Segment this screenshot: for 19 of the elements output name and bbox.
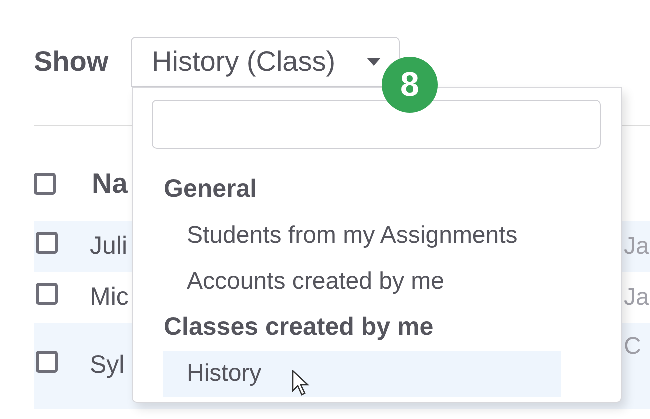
caret-icon <box>367 58 381 66</box>
filter-label: Show <box>34 45 110 79</box>
group-heading: General <box>164 174 258 206</box>
table-cell-text: Ja <box>624 282 650 312</box>
table-cell-text: C <box>624 332 642 362</box>
menu-item[interactable]: History <box>163 351 561 397</box>
column-header: Na <box>92 167 128 201</box>
table-cell-text: Syl <box>90 350 126 382</box>
cursor-icon <box>292 370 310 396</box>
table-cell-text: Ja <box>624 232 650 262</box>
checkbox[interactable] <box>36 351 58 373</box>
checkbox[interactable] <box>36 232 58 254</box>
table-cell-text: Juli <box>90 230 129 262</box>
group-heading: Classes created by me <box>164 312 435 344</box>
filter-select[interactable]: History (Class) <box>131 37 400 87</box>
checkbox[interactable] <box>34 173 56 195</box>
table-cell-text: Mic <box>90 282 130 313</box>
checkbox[interactable] <box>36 282 58 304</box>
search-field[interactable] <box>152 100 601 149</box>
